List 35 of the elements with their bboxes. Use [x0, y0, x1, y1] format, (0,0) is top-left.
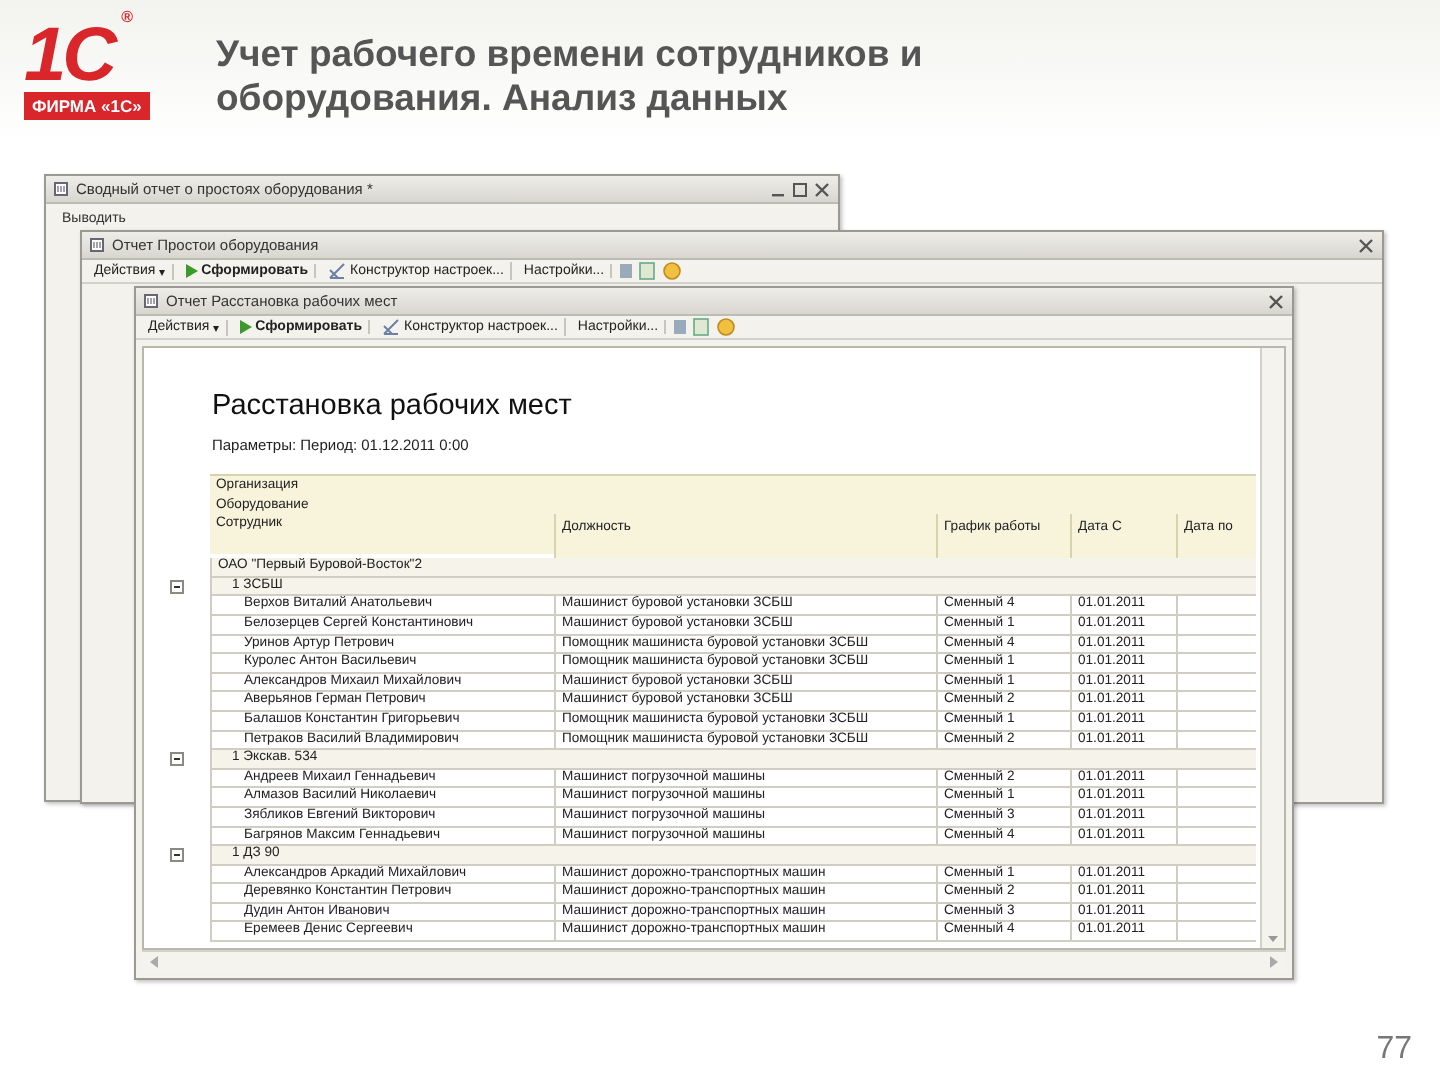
ruler-icon	[328, 262, 346, 280]
report-icon	[54, 182, 68, 196]
logo-caption: ФИРМА «1С»	[24, 92, 150, 120]
maximize-icon[interactable]	[792, 181, 808, 197]
report-icon	[144, 294, 158, 308]
empty-cell	[1176, 615, 1256, 636]
registered-mark: ®	[121, 8, 134, 28]
close-icon[interactable]	[1268, 293, 1284, 309]
empty-cell	[1176, 635, 1256, 655]
empty-cell	[1176, 807, 1256, 827]
play-icon	[239, 320, 252, 334]
empty-cell	[1176, 922, 1256, 943]
close-icon[interactable]	[1358, 237, 1374, 253]
empty-cell	[1176, 654, 1256, 674]
slide-title: Учет рабочего времени сотрудников и оборудования. Анализ данных	[216, 32, 925, 120]
toolbar-icons-drawing[interactable]	[618, 262, 683, 280]
close-icon[interactable]	[814, 181, 830, 197]
empty-cell	[1176, 903, 1256, 923]
collapse-icon[interactable]	[170, 752, 184, 767]
page-number: 77	[1376, 1032, 1412, 1068]
collapse-icon[interactable]	[170, 580, 184, 595]
empty-cell	[1176, 596, 1256, 616]
ruler-icon	[382, 318, 400, 336]
empty-cell	[1176, 673, 1256, 693]
report-title: Расстановка рабочих мест	[210, 388, 574, 422]
report-icon	[90, 238, 104, 252]
empty-cell	[1176, 865, 1256, 885]
empty-cell	[1176, 692, 1256, 712]
empty-cell	[1176, 711, 1256, 732]
play-icon	[185, 264, 198, 278]
toolbar-icons-drawing[interactable]	[672, 318, 737, 336]
empty-cell	[1176, 788, 1256, 808]
collapse-icon[interactable]	[170, 848, 184, 863]
empty-cell	[1176, 884, 1256, 904]
empty-cell	[1176, 769, 1256, 789]
